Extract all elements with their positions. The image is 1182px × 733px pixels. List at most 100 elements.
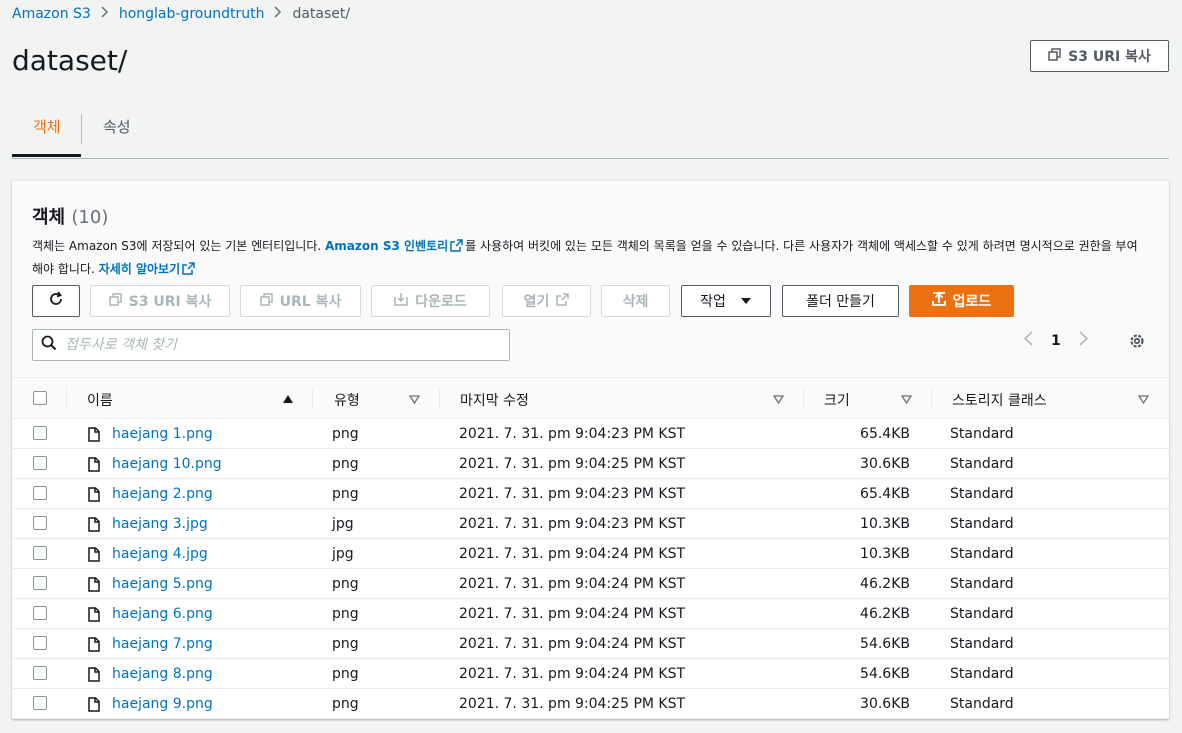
copy-url-button[interactable]: URL 복사 [240, 285, 361, 317]
object-modified: 2021. 7. 31. pm 9:04:24 PM KST [459, 636, 686, 652]
previous-page-icon[interactable] [1023, 331, 1033, 350]
object-name-link[interactable]: haejang 7.png [112, 636, 213, 652]
table-row[interactable]: haejang 7.png png 2021. 7. 31. pm 9:04:2… [12, 629, 1169, 659]
file-icon [88, 667, 100, 686]
object-modified: 2021. 7. 31. pm 9:04:24 PM KST [459, 666, 686, 682]
object-type: png [332, 576, 359, 592]
object-count: (10) [71, 207, 109, 228]
caret-down-icon [740, 293, 752, 309]
file-icon [88, 697, 100, 716]
row-checkbox[interactable] [33, 426, 47, 440]
learn-more-link[interactable]: 자세히 알아보기 [99, 262, 180, 276]
table-row[interactable]: haejang 3.jpg jpg 2021. 7. 31. pm 9:04:2… [12, 509, 1169, 539]
object-size: 10.3KB [860, 546, 910, 562]
table-row[interactable]: haejang 4.jpg jpg 2021. 7. 31. pm 9:04:2… [12, 539, 1169, 569]
object-type: jpg [332, 516, 354, 532]
object-modified: 2021. 7. 31. pm 9:04:24 PM KST [459, 606, 686, 622]
upload-button[interactable]: 업로드 [909, 285, 1014, 317]
file-icon [88, 607, 100, 626]
breadcrumb-amazon-s3[interactable]: Amazon S3 [12, 6, 91, 22]
copy-s3-uri-label: S3 URI 복사 [1068, 49, 1151, 65]
object-name-link[interactable]: haejang 2.png [112, 486, 213, 502]
file-icon [88, 517, 100, 536]
actions-dropdown[interactable]: 작업 [681, 285, 771, 317]
object-type: png [332, 426, 359, 442]
inventory-link[interactable]: Amazon S3 인벤토리 [325, 239, 448, 253]
delete-button[interactable]: 삭제 [601, 285, 670, 317]
column-header-name[interactable]: 이름 [87, 390, 113, 410]
object-storage-class: Standard [950, 606, 1014, 622]
tab-objects[interactable]: 객체 [33, 116, 61, 137]
object-name-link[interactable]: haejang 10.png [112, 456, 222, 472]
column-separator [803, 388, 804, 410]
table-row[interactable]: haejang 10.png png 2021. 7. 31. pm 9:04:… [12, 449, 1169, 479]
object-modified: 2021. 7. 31. pm 9:04:23 PM KST [459, 426, 686, 442]
column-separator [312, 388, 313, 410]
current-page[interactable]: 1 [1051, 333, 1061, 349]
object-name-link[interactable]: haejang 6.png [112, 606, 213, 622]
refresh-button[interactable] [32, 285, 80, 317]
next-page-icon[interactable] [1079, 331, 1088, 350]
row-checkbox[interactable] [33, 696, 47, 710]
row-checkbox[interactable] [33, 666, 47, 680]
create-folder-button[interactable]: 폴더 만들기 [782, 285, 899, 317]
table-row[interactable]: haejang 9.png png 2021. 7. 31. pm 9:04:2… [12, 689, 1169, 719]
row-checkbox[interactable] [33, 576, 47, 590]
download-button[interactable]: 다운로드 [371, 285, 490, 317]
column-header-modified[interactable]: 마지막 수정 [460, 390, 529, 410]
tab-properties[interactable]: 속성 [103, 116, 131, 137]
object-name-link[interactable]: haejang 1.png [112, 426, 213, 442]
copy-url-label: URL 복사 [279, 294, 342, 310]
column-header-storage-class[interactable]: 스토리지 클래스 [952, 390, 1047, 410]
sort-icon[interactable] [772, 392, 785, 408]
file-icon [88, 577, 100, 596]
column-header-type[interactable]: 유형 [334, 390, 360, 410]
desc-text-1: 객체는 Amazon S3에 저장되어 있는 기본 엔터티입니다. [32, 239, 325, 253]
object-name-link[interactable]: haejang 8.png [112, 666, 213, 682]
object-name-link[interactable]: haejang 4.jpg [112, 546, 208, 562]
row-checkbox[interactable] [33, 546, 47, 560]
table-row[interactable]: haejang 6.png png 2021. 7. 31. pm 9:04:2… [12, 599, 1169, 629]
object-modified: 2021. 7. 31. pm 9:04:25 PM KST [459, 456, 686, 472]
table-row[interactable]: haejang 5.png png 2021. 7. 31. pm 9:04:2… [12, 569, 1169, 599]
gear-icon[interactable] [1128, 332, 1146, 354]
external-link-icon[interactable] [182, 261, 195, 282]
sort-icon[interactable] [1137, 392, 1150, 408]
search-input[interactable] [65, 337, 485, 353]
object-name-link[interactable]: haejang 9.png [112, 696, 213, 712]
row-checkbox[interactable] [33, 606, 47, 620]
search-box[interactable] [32, 329, 510, 361]
row-checkbox[interactable] [33, 486, 47, 500]
panel-header: 객체 (10) 객체는 Amazon S3에 저장되어 있는 기본 엔터티입니다… [12, 181, 1169, 377]
page-title: dataset/ [12, 44, 128, 77]
row-checkbox[interactable] [33, 456, 47, 470]
object-name-link[interactable]: haejang 5.png [112, 576, 213, 592]
column-separator [931, 388, 932, 410]
sort-icon[interactable] [408, 392, 421, 408]
open-button[interactable]: 열기 [502, 285, 591, 317]
breadcrumb-bucket[interactable]: honglab-groundtruth [119, 6, 265, 22]
object-type: png [332, 636, 359, 652]
object-type: png [332, 666, 359, 682]
sort-icon[interactable] [900, 392, 913, 408]
column-separator [66, 388, 67, 410]
column-header-size[interactable]: 크기 [824, 390, 850, 410]
table-header: 이름 유형 마지막 수정 크기 스토리지 클래스 [12, 377, 1169, 419]
table-row[interactable]: haejang 1.png png 2021. 7. 31. pm 9:04:2… [12, 419, 1169, 449]
sort-ascending-icon[interactable] [282, 392, 294, 408]
breadcrumb: Amazon S3 honglab-groundtruth dataset/ [12, 6, 350, 22]
external-link-icon[interactable] [450, 238, 463, 259]
object-storage-class: Standard [950, 546, 1014, 562]
row-checkbox[interactable] [33, 516, 47, 530]
table-row[interactable]: haejang 8.png png 2021. 7. 31. pm 9:04:2… [12, 659, 1169, 689]
object-name-link[interactable]: haejang 3.jpg [112, 516, 208, 532]
copy-icon [1048, 47, 1061, 65]
table-row[interactable]: haejang 2.png png 2021. 7. 31. pm 9:04:2… [12, 479, 1169, 509]
row-checkbox[interactable] [33, 636, 47, 650]
copy-s3-uri-toolbar-button[interactable]: S3 URI 복사 [90, 285, 230, 317]
copy-s3-uri-button[interactable]: S3 URI 복사 [1030, 40, 1169, 72]
select-all-checkbox[interactable] [33, 391, 47, 405]
file-icon [88, 487, 100, 506]
delete-label: 삭제 [622, 294, 649, 310]
object-size: 30.6KB [860, 456, 910, 472]
